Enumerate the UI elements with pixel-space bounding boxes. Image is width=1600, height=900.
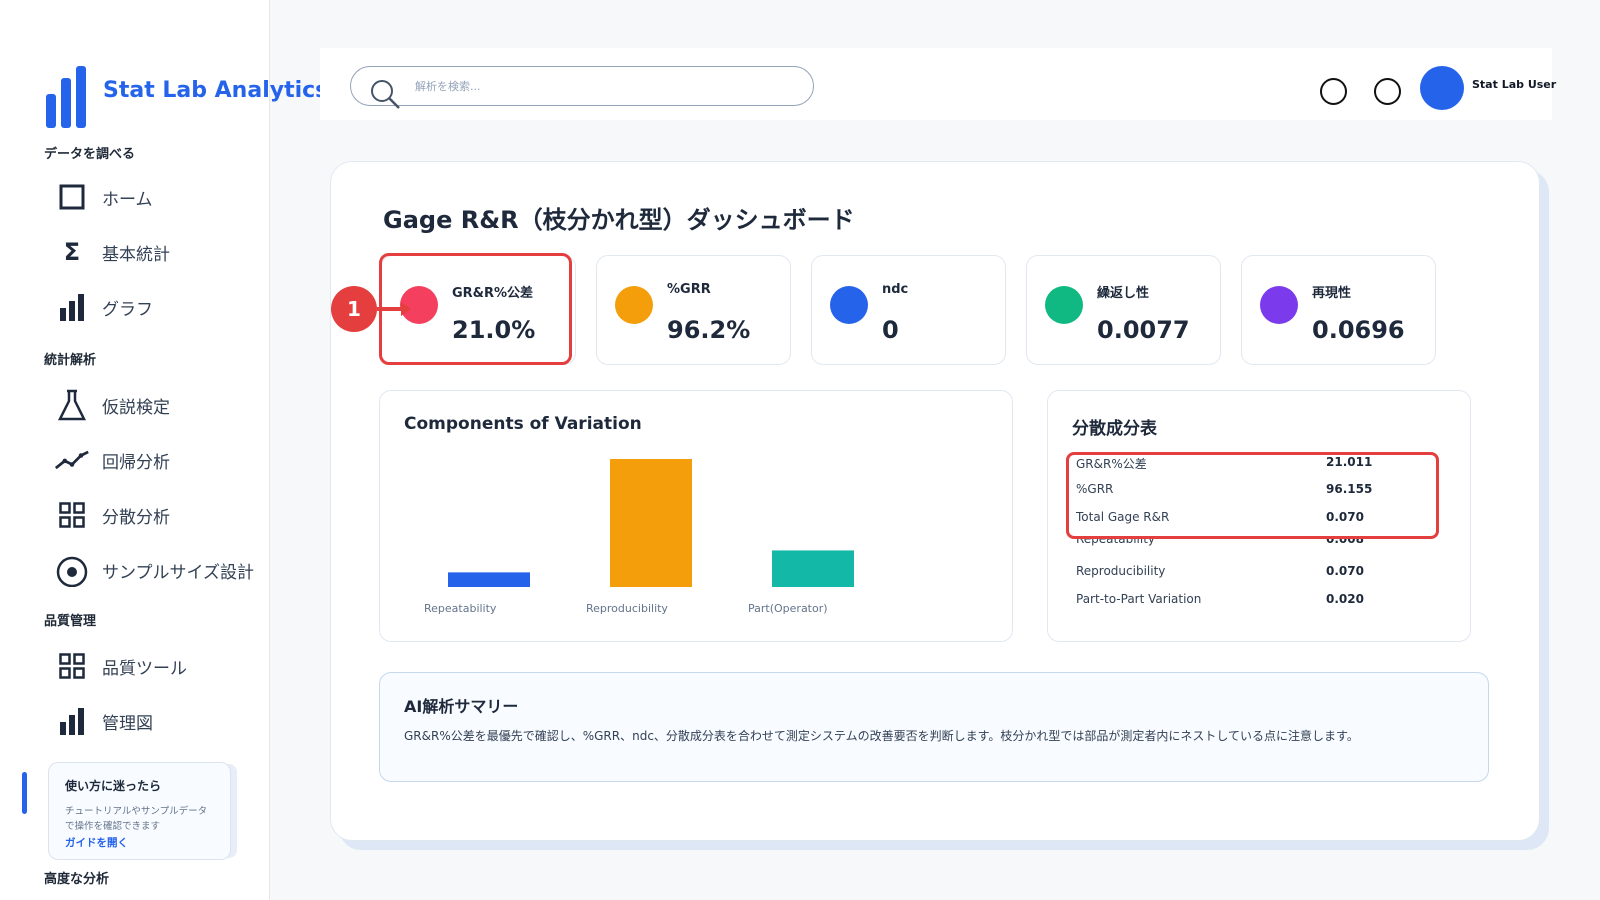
kpi-dot-icon [1260,286,1298,324]
search-input[interactable] [415,75,795,97]
target-icon [54,552,90,588]
variation-chart-panel: Components of Variation Repeatability Rep… [379,390,1013,642]
app-name: Stat Lab Analytics [103,78,329,103]
x-tick-label: Repeatability [424,602,497,615]
grid-icon [54,497,90,533]
open-guide-link[interactable]: ガイドを開く [65,835,214,850]
settings-icon[interactable] [1374,78,1401,105]
summary-text: GR&R%公差を最優先で確認し、%GRR、ndc、分散成分表を合わせて測定システ… [404,729,1359,743]
table-row: Part-to-Part Variation 0.020 [1076,592,1416,612]
variance-table-title: 分散成分表 [1072,419,1157,439]
annotation-arrow [377,302,411,316]
kpi-dot-icon [615,286,653,324]
user-name[interactable]: Stat Lab User [1472,78,1556,91]
section-title-quality: 品質管理 [44,614,97,629]
sidebar-item-label: 分散分析 [102,507,170,528]
sidebar-item-anova[interactable]: 分散分析 [54,495,170,535]
row-name: Part-to-Part Variation [1076,592,1202,606]
section-title-explore: データを調べる [44,147,136,162]
sidebar-item-label: サンプルサイズ設計 [102,562,254,583]
flask-icon [54,387,90,423]
kpi-dot-icon [1045,286,1083,324]
kpi-label: ndc [882,282,909,297]
sidebar-item-label: ホーム [102,189,153,210]
sidebar-item-label: 基本統計 [102,244,170,265]
help-title: 使い方に迷ったら [65,779,162,793]
sigma-icon: Σ [63,238,81,266]
app-logo[interactable]: Stat Lab Analytics [46,66,328,128]
bar-part-operator [772,550,854,587]
search-icon [369,79,403,113]
help-accent-bar [22,772,27,814]
row-name: Reproducibility [1076,564,1166,578]
kpi-card-grr-percent[interactable]: %GRR 96.2% [596,255,791,365]
bar-chart-icon [54,289,90,325]
kpi-value: 96.2% [667,316,751,344]
sidebar-item-quality-tools[interactable]: 品質ツール [54,646,187,686]
notification-icon[interactable] [1320,78,1347,105]
grid-icon [54,648,90,684]
sidebar-item-sample-size[interactable]: サンプルサイズ設計 [54,550,254,590]
trend-line-icon [54,442,90,478]
page-title: Gage R&R（枝分かれ型）ダッシュボード [383,206,855,234]
kpi-value: 0.0696 [1312,316,1405,344]
bar-repeatability [448,572,530,587]
sidebar-item-label: 品質ツール [102,658,187,679]
search-box[interactable] [350,66,814,109]
highlight-box [1066,452,1439,539]
summary-title: AI解析サマリー [404,697,519,716]
x-tick-label: Reproducibility [586,602,668,615]
kpi-card-repeatability[interactable]: 繰返し性 0.0077 [1026,255,1221,365]
help-description: チュートリアルやサンプルデータで操作を確認できます [65,806,208,832]
variation-bar-chart: Repeatability Reproducibility Part(Operato… [424,459,854,615]
top-bar: Stat Lab User [320,48,1556,120]
ai-summary-panel: AI解析サマリー GR&R%公差を最優先で確認し、%GRR、ndc、分散成分表を… [379,672,1489,782]
sidebar-item-label: 回帰分析 [102,452,170,473]
sidebar-item-home[interactable]: ホーム [54,177,153,217]
sidebar-item-label: 管理図 [102,713,153,734]
kpi-label: %GRR [667,282,711,297]
sidebar-item-basic-stats[interactable]: Σ 基本統計 [54,232,170,272]
kpi-value: 0 [882,316,899,344]
kpi-card-reproducibility[interactable]: 再現性 0.0696 [1241,255,1436,365]
x-tick-label: Part(Operator) [748,602,828,615]
section-title-analysis: 統計解析 [44,353,97,368]
sidebar-item-label: 仮説検定 [102,397,170,418]
sidebar-item-label: グラフ [102,299,153,320]
table-row: Reproducibility 0.070 [1076,564,1416,584]
sidebar-item-regression[interactable]: 回帰分析 [54,440,170,480]
section-title-advanced: 高度な分析 [44,872,110,887]
sidebar-item-graph[interactable]: グラフ [54,287,153,327]
sidebar: Stat Lab Analytics データを調べる ホーム Σ 基本統計 グラ… [0,0,328,900]
kpi-label: 再現性 [1312,286,1352,301]
kpi-card-ndc[interactable]: ndc 0 [811,255,1006,365]
bar-reproducibility [610,459,692,587]
help-card: 使い方に迷ったら チュートリアルやサンプルデータで操作を確認できます ガイドを開… [48,762,231,860]
square-icon [54,179,90,215]
bar-chart-icon [54,703,90,739]
kpi-label: 繰返し性 [1097,286,1150,301]
kpi-dot-icon [830,286,868,324]
row-value: 0.070 [1326,564,1364,578]
kpi-value: 0.0077 [1097,316,1190,344]
variance-table-panel: 分散成分表 GR&R%公差 21.011 %GRR 96.155 Total G… [1047,390,1471,642]
sidebar-item-hypothesis-test[interactable]: 仮説検定 [54,385,170,425]
annotation-badge: 1 [331,286,377,332]
avatar[interactable] [1420,66,1464,110]
row-value: 0.020 [1326,592,1364,606]
sidebar-item-control-chart[interactable]: 管理図 [54,701,153,741]
dashboard-card: Gage R&R（枝分かれ型）ダッシュボード GR&R%公差 21.0% %GR… [330,161,1540,841]
logo-bars-icon [46,66,86,128]
